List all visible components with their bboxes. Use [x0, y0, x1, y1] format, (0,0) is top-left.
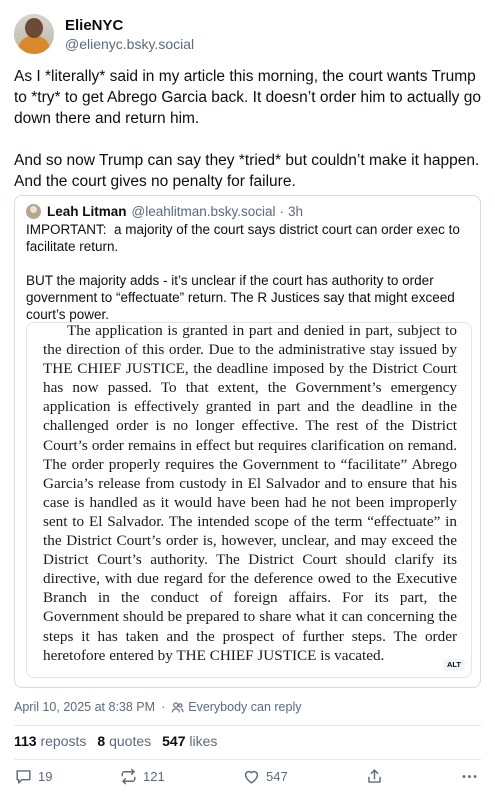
repost-icon	[121, 768, 136, 785]
quoted-post-header: Leah Litman @leahlitman.bsky.social · 3h	[26, 203, 303, 220]
people-icon	[171, 701, 184, 712]
quoted-author-handle: @leahlitman.bsky.social	[131, 204, 276, 219]
quoted-image[interactable]: The application is granted in part and d…	[26, 322, 472, 678]
alt-badge[interactable]: ALT	[442, 659, 465, 671]
author-display-name[interactable]: ElieNYC	[65, 16, 194, 35]
more-button[interactable]	[460, 767, 484, 786]
quoted-post-text: IMPORTANT: a majority of the court says …	[26, 222, 460, 322]
quotes-stat[interactable]: 8 quotes	[97, 733, 151, 749]
like-button[interactable]: 547	[242, 767, 288, 786]
quotes-count: 8	[97, 733, 106, 749]
quotes-label: quotes	[109, 733, 152, 749]
post-timestamp: April 10, 2025 at 8:38 PM	[14, 700, 156, 714]
repost-count: 121	[143, 769, 165, 784]
quoted-post[interactable]: Leah Litman @leahlitman.bsky.social · 3h…	[14, 195, 481, 688]
heart-icon	[244, 770, 259, 784]
reply-count: 19	[38, 769, 53, 784]
reply-icon	[16, 770, 31, 784]
divider	[14, 725, 481, 726]
meta-separator: ·	[161, 700, 166, 714]
likes-count: 547	[162, 733, 186, 749]
like-count: 547	[266, 769, 288, 784]
reply-button[interactable]: 19	[14, 767, 52, 786]
quoted-author-avatar	[26, 204, 41, 219]
author-handle[interactable]: @elienyc.bsky.social	[65, 35, 194, 53]
author-names: ElieNYC @elienyc.bsky.social	[65, 16, 194, 53]
reposts-label: reposts	[40, 733, 87, 749]
share-button[interactable]	[365, 767, 389, 786]
post-meta: April 10, 2025 at 8:38 PM · Everybody ca…	[14, 700, 302, 714]
post-text: As I *literally* said in my article this…	[14, 68, 481, 190]
quoted-separator: ·	[279, 204, 285, 219]
repost-button[interactable]: 121	[119, 767, 165, 786]
reposts-count: 113	[14, 733, 37, 749]
likes-label: likes	[189, 733, 218, 749]
likes-stat[interactable]: 547 likes	[162, 733, 217, 749]
quoted-timestamp: 3h	[288, 204, 304, 219]
reposts-stat[interactable]: 113 reposts	[14, 733, 86, 749]
author-avatar[interactable]	[14, 14, 54, 54]
reply-setting-label: Everybody can reply	[188, 700, 302, 714]
reply-setting: Everybody can reply	[171, 700, 302, 714]
divider	[14, 759, 481, 760]
quoted-image-text: The application is granted in part and d…	[43, 322, 457, 664]
more-icon	[462, 775, 477, 778]
post: ElieNYC @elienyc.bsky.social As I *liter…	[0, 0, 495, 800]
share-icon	[368, 769, 381, 783]
quoted-author-name: Leah Litman	[47, 204, 127, 219]
post-stats: 113 reposts 8 quotes 547 likes	[14, 733, 228, 749]
post-actions: 19 121 547	[14, 767, 481, 789]
post-header: ElieNYC @elienyc.bsky.social	[14, 14, 194, 54]
